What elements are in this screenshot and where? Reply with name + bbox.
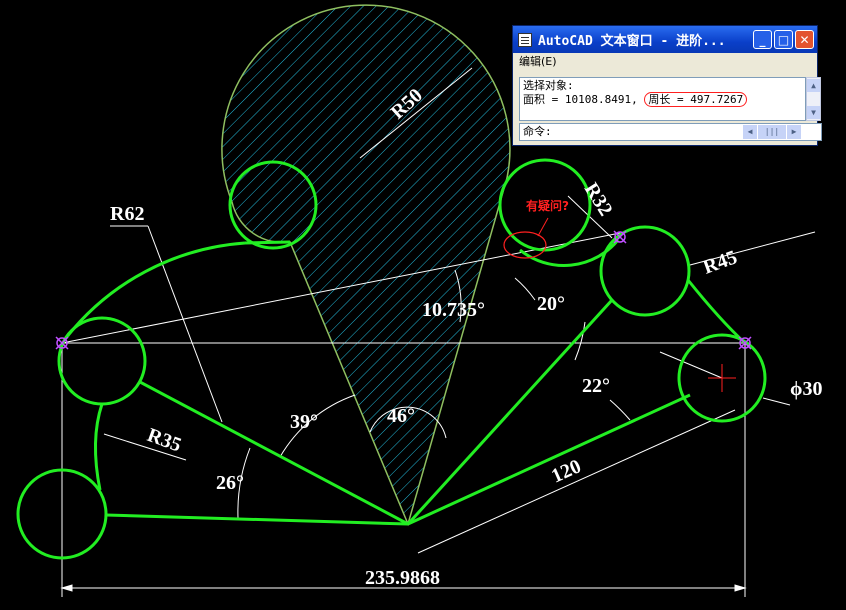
output-line-result: 面积 = 10108.8491, 周长 = 497.7267	[523, 92, 802, 107]
text-window[interactable]: AutoCAD 文本窗口 - 进阶... _ □ ✕ 编辑(E) 选择对象: 面…	[512, 25, 822, 146]
scroll-down-icon[interactable]: ▼	[807, 106, 820, 119]
circle-right-upper	[599, 225, 691, 317]
dim-r45: R45	[700, 246, 740, 278]
scroll-right-icon[interactable]: ▶	[787, 125, 801, 139]
maximize-button[interactable]: □	[774, 30, 793, 49]
vertical-scrollbar[interactable]: ▲ ▼	[806, 77, 821, 121]
command-line[interactable]: 命令: ◀ ||| ▶	[519, 123, 822, 141]
horizontal-scrollbar[interactable]: ◀ ||| ▶	[743, 125, 803, 139]
dim-angle-26: 26°	[216, 472, 244, 494]
scroll-left-icon[interactable]: ◀	[743, 125, 757, 139]
dim-r62: R62	[110, 203, 144, 225]
dim-angle-22: 22°	[582, 375, 610, 397]
dim-angle-39: 39°	[290, 411, 318, 433]
center-mark	[708, 364, 736, 392]
dim-phi30: ϕ30	[790, 378, 822, 400]
scroll-thumb[interactable]: |||	[758, 125, 786, 139]
area-value: 面积 = 10108.8491,	[523, 93, 638, 106]
hatched-region	[221, 4, 511, 527]
dim-r35: R35	[144, 424, 184, 456]
perimeter-value: 周长 = 497.7267	[644, 92, 748, 107]
scroll-up-icon[interactable]: ▲	[807, 79, 820, 92]
command-label: 命令:	[523, 125, 552, 138]
scroll-track[interactable]	[807, 93, 820, 105]
text-window-title: AutoCAD 文本窗口 - 进阶...	[538, 34, 726, 49]
question-annotation: 有疑问?	[526, 198, 569, 213]
text-output[interactable]: 选择对象: 面积 = 10108.8491, 周长 = 497.7267 ▲ ▼	[519, 77, 821, 121]
text-window-titlebar[interactable]: AutoCAD 文本窗口 - 进阶... _ □ ✕	[513, 26, 817, 53]
dim-angle-10: 10.735°	[422, 299, 485, 321]
text-window-app-icon[interactable]	[518, 32, 532, 47]
close-button[interactable]: ✕	[795, 30, 814, 49]
dim-width: 235.9868	[365, 567, 440, 589]
dim-angle-20: 20°	[537, 293, 565, 315]
dim-angle-46: 46°	[387, 405, 415, 427]
minimize-button[interactable]: _	[753, 30, 772, 49]
dim-len-120: 120	[548, 455, 584, 487]
menu-edit[interactable]: 编辑(E)	[513, 53, 817, 71]
output-line-select: 选择对象:	[523, 79, 574, 92]
